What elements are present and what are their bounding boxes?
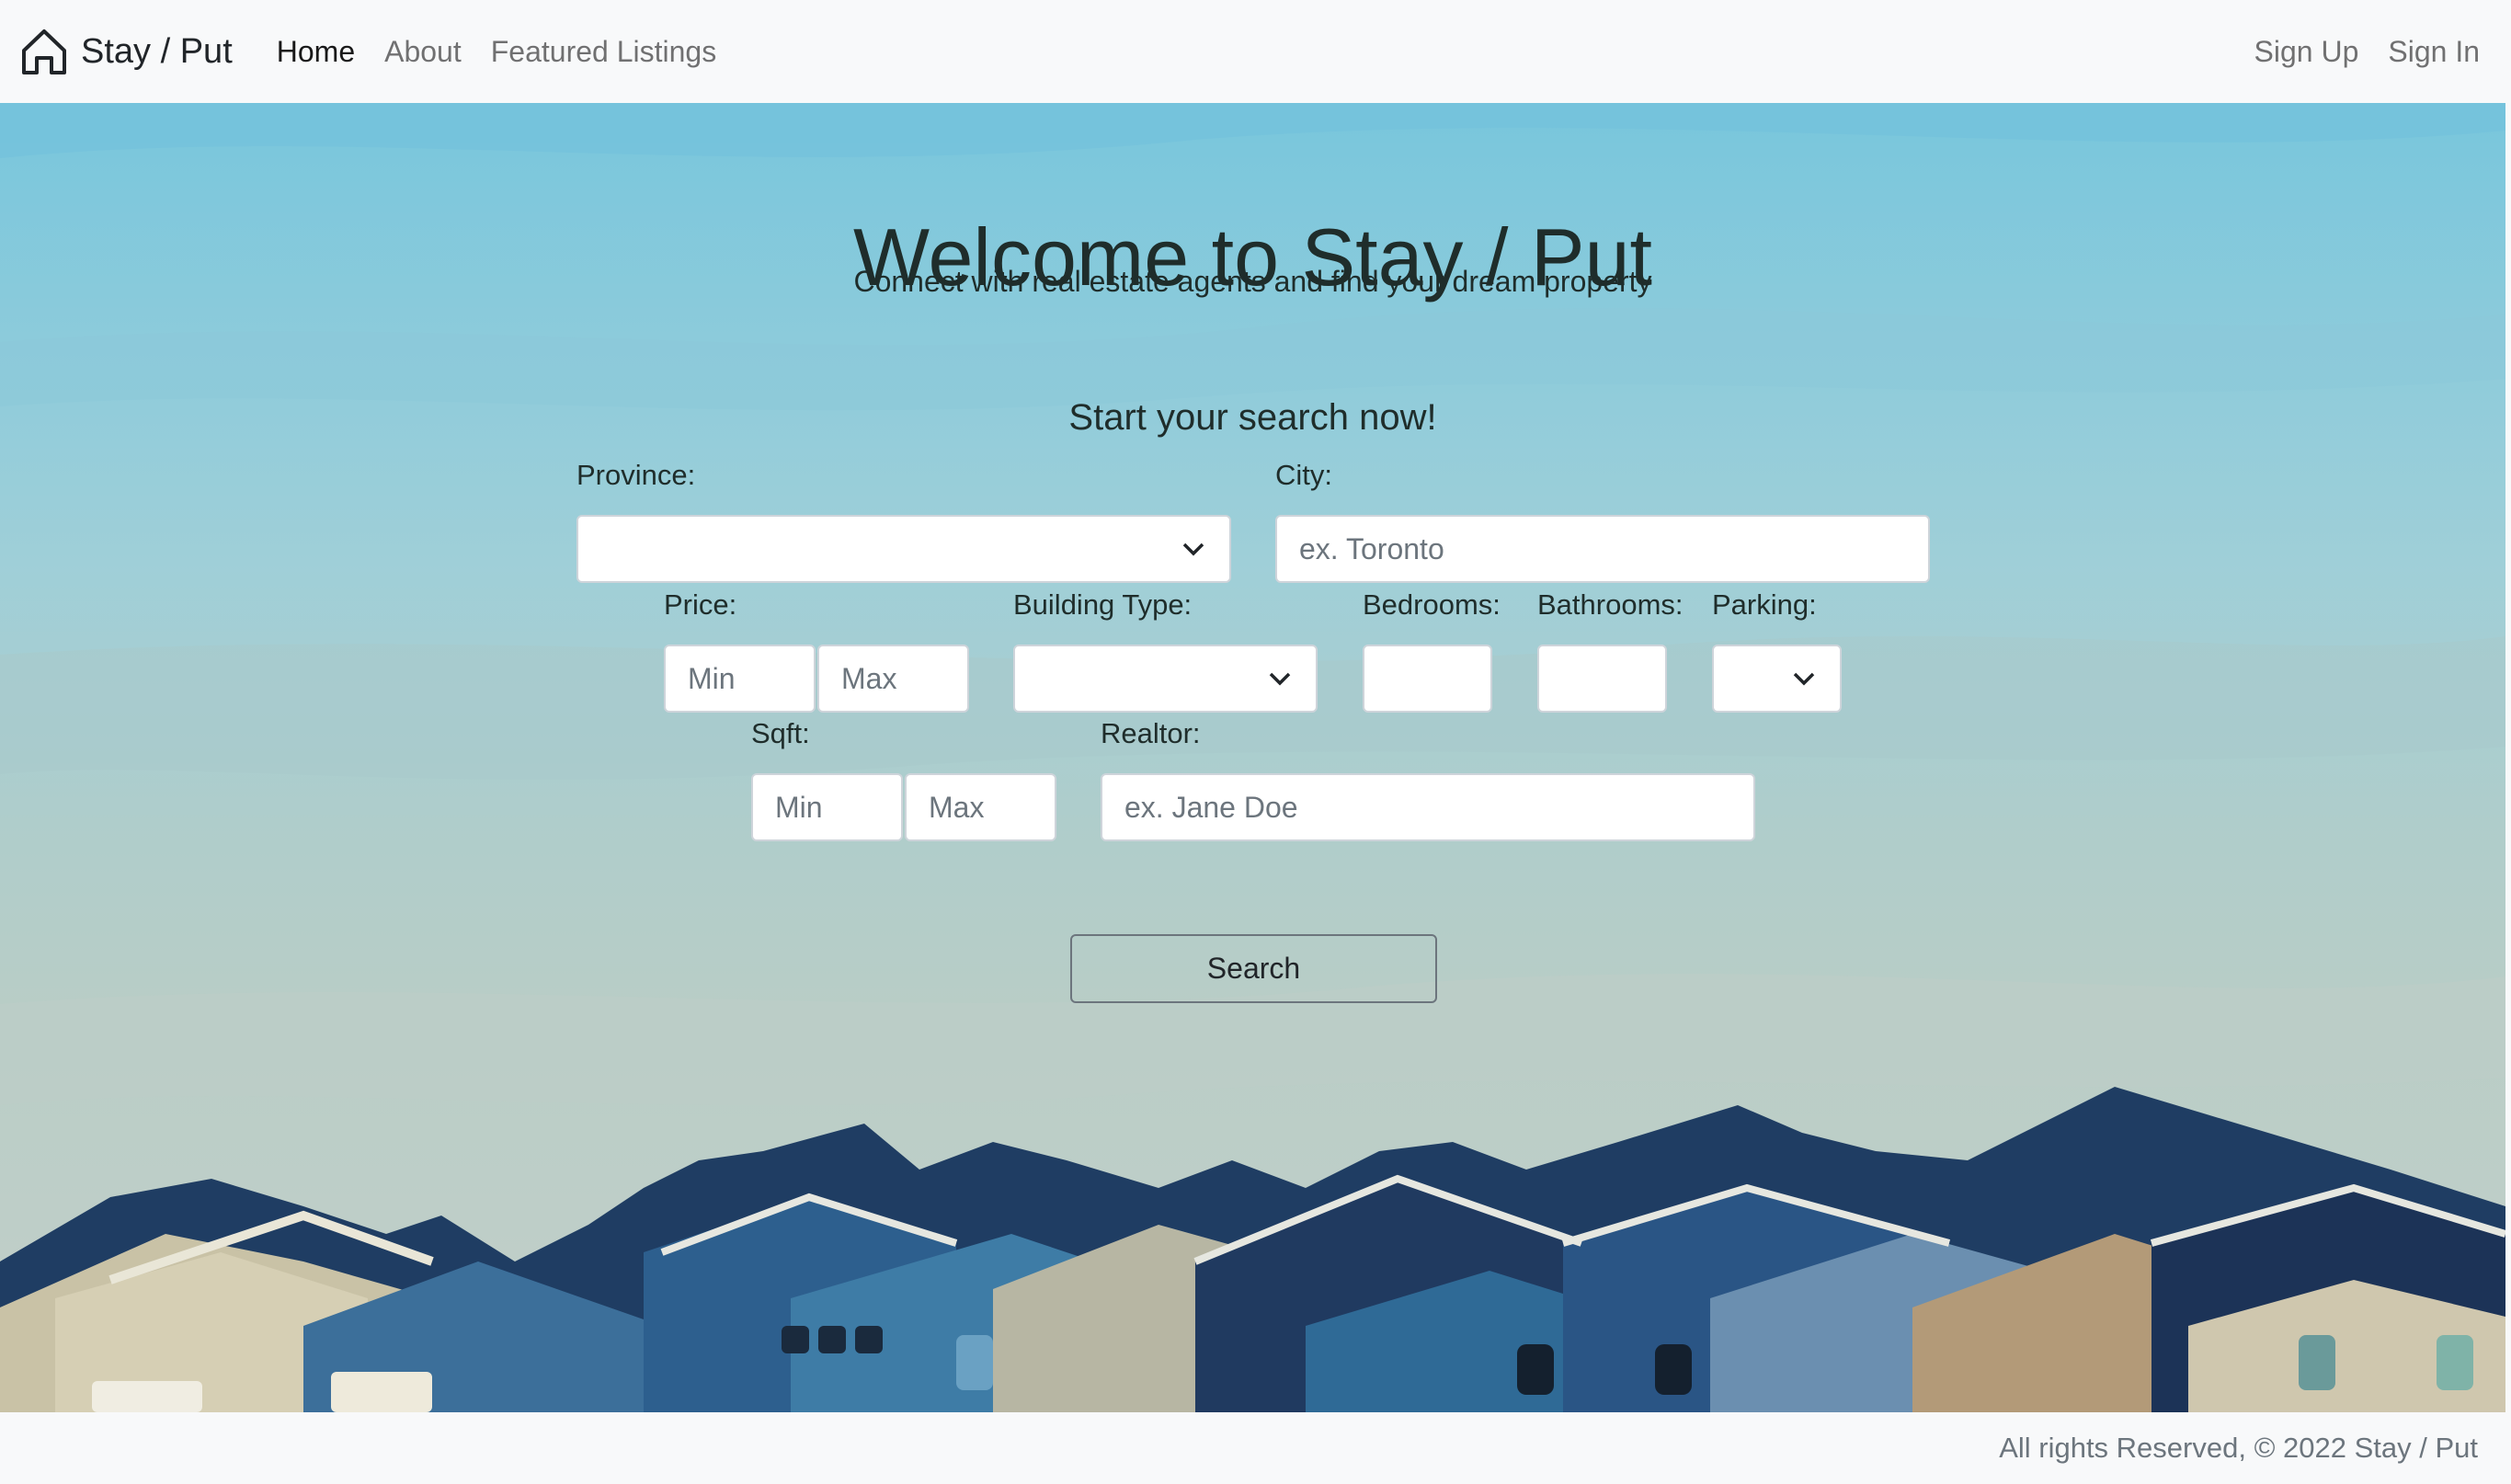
chevron-down-icon	[1793, 672, 1815, 686]
brand-name: Stay / Put	[81, 31, 233, 71]
price-label: Price:	[664, 588, 737, 621]
price-max-input[interactable]: Max	[817, 645, 969, 713]
search-heading: Start your search now!	[1068, 397, 1437, 438]
bedrooms-label: Bedrooms:	[1363, 588, 1501, 621]
building-type-label: Building Type:	[1013, 588, 1193, 621]
brand[interactable]: Stay / Put	[20, 27, 233, 76]
navbar: Stay / Put Home About Featured Listings …	[0, 0, 2511, 103]
parking-label: Parking:	[1712, 588, 1817, 621]
price-min-placeholder: Min	[688, 661, 736, 695]
chevron-down-icon	[1269, 672, 1291, 686]
sqft-max-input[interactable]: Max	[905, 773, 1056, 841]
sign-in-link[interactable]: Sign In	[2388, 35, 2480, 69]
realtor-input[interactable]: ex. Jane Doe	[1101, 773, 1755, 841]
building-type-select[interactable]	[1013, 645, 1318, 713]
auth-nav: Sign Up Sign In	[2254, 35, 2480, 69]
nav-about[interactable]: About	[384, 35, 462, 69]
sqft-min-placeholder: Min	[775, 790, 823, 824]
sqft-max-placeholder: Max	[929, 790, 985, 824]
sqft-min-input[interactable]: Min	[751, 773, 903, 841]
bedrooms-input[interactable]	[1363, 645, 1492, 713]
main-nav: Home About Featured Listings	[277, 35, 716, 69]
realtor-label: Realtor:	[1101, 717, 1201, 749]
city-input[interactable]: ex. Toronto	[1275, 515, 1930, 583]
parking-select[interactable]	[1712, 645, 1842, 713]
nav-featured-listings[interactable]: Featured Listings	[491, 35, 716, 69]
sqft-label: Sqft:	[751, 717, 810, 749]
province-select[interactable]	[576, 515, 1231, 583]
sign-up-link[interactable]: Sign Up	[2254, 35, 2359, 69]
search-button[interactable]: Search	[1070, 934, 1437, 1003]
realtor-placeholder: ex. Jane Doe	[1124, 790, 1298, 824]
footer: All rights Reserved, © 2022 Stay / Put	[0, 1412, 2511, 1484]
bathrooms-label: Bathrooms:	[1537, 588, 1684, 621]
nav-home[interactable]: Home	[277, 35, 355, 69]
house-icon	[22, 29, 66, 74]
city-label: City:	[1275, 459, 1332, 491]
price-min-input[interactable]: Min	[664, 645, 816, 713]
price-max-placeholder: Max	[841, 661, 897, 695]
hero-section: Welcome to Stay / Put Connect with real …	[0, 103, 2505, 1412]
city-placeholder: ex. Toronto	[1299, 531, 1444, 565]
bathrooms-input[interactable]	[1537, 645, 1667, 713]
page-subtitle: Connect with real estate agents and find…	[853, 265, 1652, 298]
chevron-down-icon	[1182, 542, 1204, 556]
copyright-text: All rights Reserved, © 2022 Stay / Put	[1999, 1432, 2478, 1464]
province-label: Province:	[576, 459, 696, 491]
